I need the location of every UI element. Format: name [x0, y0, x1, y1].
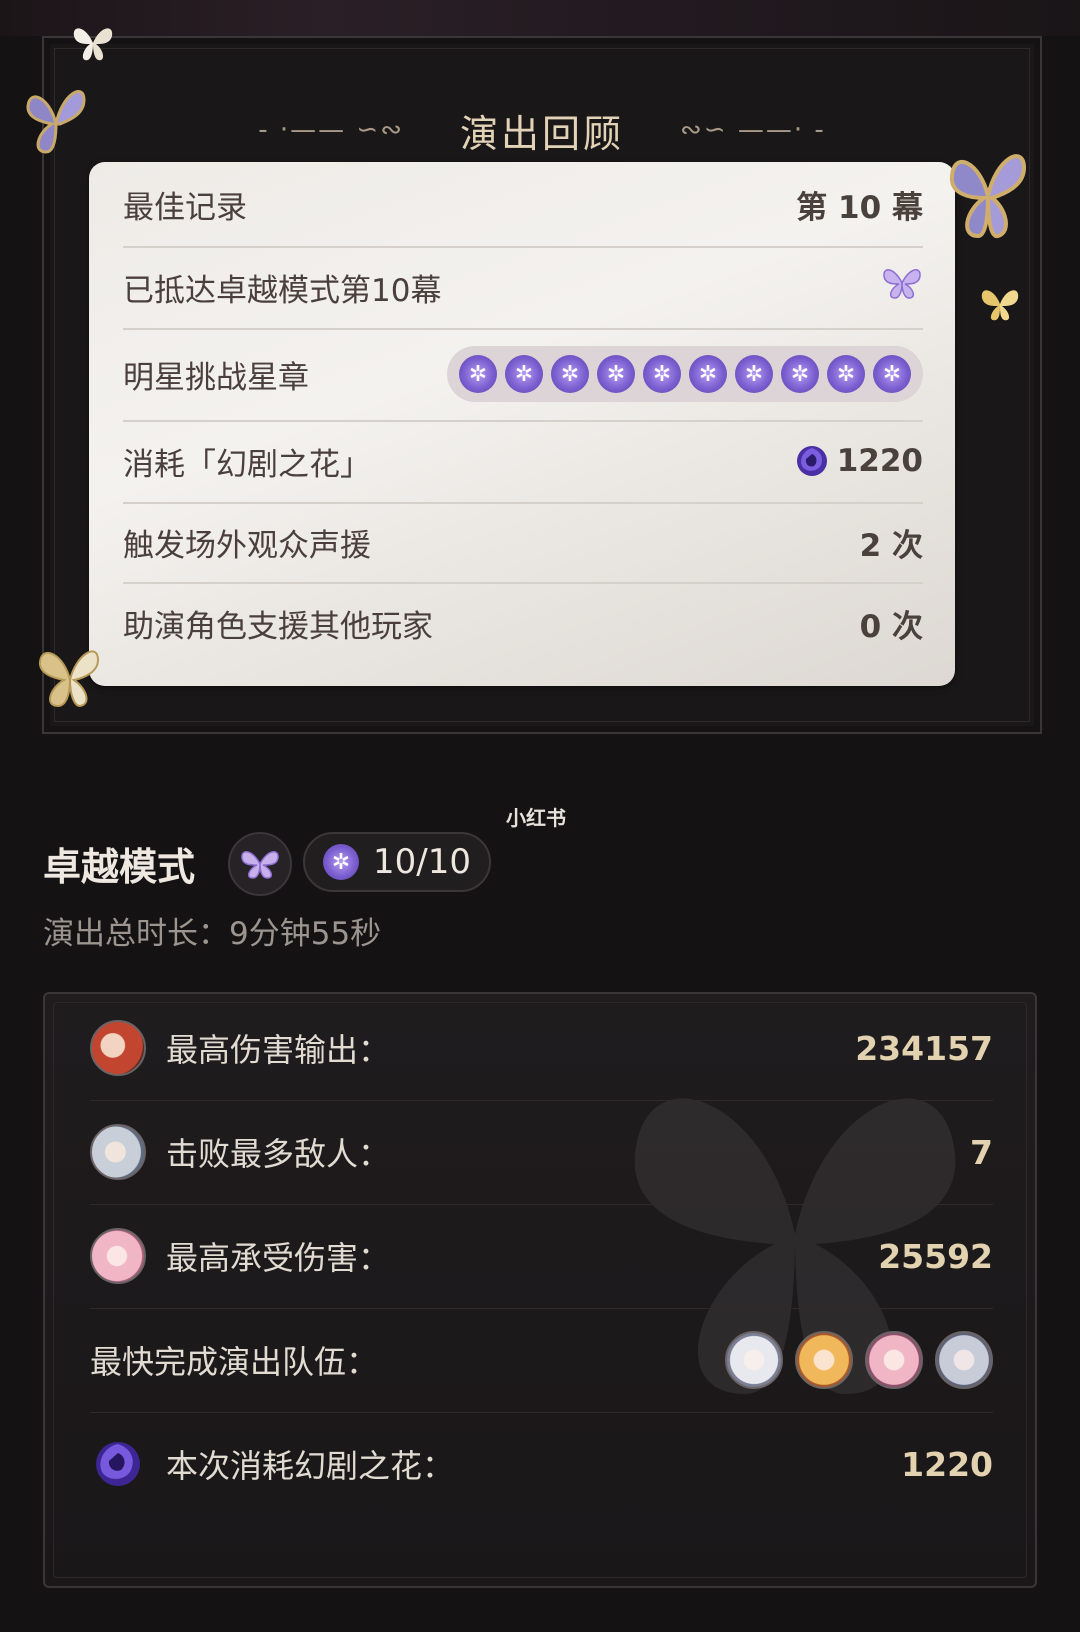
gold-white-butterfly-icon: [39, 650, 100, 708]
blonde-hair-avatar: [795, 1331, 853, 1389]
max-damage-value: 234157: [855, 1028, 993, 1068]
star-medal-icon: ✲: [459, 355, 497, 393]
star-medal-icon: ✲: [323, 844, 359, 880]
stat-row-most-defeated: 击败最多敌人： 7: [90, 1100, 993, 1205]
stats-panel: 最高伤害输出： 234157 击败最多敌人： 7 最高承受伤害： 25592 最…: [43, 992, 1037, 1588]
stat-row-max-damage: 最高伤害输出： 234157: [90, 996, 993, 1101]
stat-label: 最高伤害输出：: [166, 1031, 391, 1069]
review-row-label: 助演角色支援其他玩家: [123, 608, 433, 645]
review-row-support-players: 助演角色支援其他玩家 0 次: [123, 582, 923, 664]
flower-consumed-value: 1220: [901, 1444, 993, 1484]
performance-duration: 演出总时长：9分钟55秒: [43, 916, 382, 952]
flower-icon: [793, 442, 831, 480]
stat-row-fastest-team: 最快完成演出队伍：: [90, 1308, 993, 1413]
stat-label: 最快完成演出队伍：: [90, 1343, 379, 1381]
review-title: 演出回顾: [459, 111, 624, 156]
review-card: 最佳记录 第 10 幕 已抵达卓越模式第10幕 明星挑战星章 ✲ ✲ ✲ ✲ ✲ ✲ ✲ ✲ ✲…: [89, 162, 955, 686]
review-row-label: 消耗「幻剧之花」: [123, 446, 371, 483]
fastest-team-avatars: [725, 1331, 993, 1389]
purple-gold-butterfly-icon: [26, 90, 86, 154]
star-medal-bar: ✲ ✲ ✲ ✲ ✲ ✲ ✲ ✲ ✲ ✲: [447, 346, 923, 402]
best-record-value: 第 10 幕: [796, 189, 923, 226]
title-flourish-right: ∾∽ ——· -: [680, 115, 826, 145]
star-medal-icon: ✲: [735, 355, 773, 393]
stat-label: 击败最多敌人：: [166, 1135, 391, 1173]
mode-title: 卓越模式: [43, 845, 196, 889]
large-purple-gold-butterfly-icon: [949, 154, 1027, 239]
watermark: 小红书: [506, 806, 566, 830]
audience-cheer-value: 2 次: [859, 527, 923, 564]
top-background-strip: [0, 0, 1080, 36]
mode-progress-pill: ✲ 10/10: [303, 832, 491, 892]
star-medal-icon: ✲: [827, 355, 865, 393]
star-medal-icon: ✲: [689, 355, 727, 393]
purple-butterfly-icon: [241, 851, 279, 879]
flower-cost-value: 1220: [836, 443, 923, 479]
gold-butterfly-icon: [981, 290, 1019, 321]
flower-cost-value-wrap: 1220: [793, 442, 923, 480]
star-medal-icon: ✲: [597, 355, 635, 393]
star-medal-icon: ✲: [781, 355, 819, 393]
stat-row-max-damage-taken: 最高承受伤害： 25592: [90, 1204, 993, 1309]
review-row-label: 触发场外观众声援: [123, 527, 371, 564]
pink-hair-character-avatar: [90, 1228, 146, 1284]
most-defeated-value: 7: [970, 1132, 993, 1172]
review-title-row: - ·—— ∽∾ 演出回顾 ∾∽ ——· -: [44, 100, 1040, 160]
mode-progress-text: 10/10: [373, 842, 471, 882]
review-row-reached-mode: 已抵达卓越模式第10幕: [123, 246, 923, 330]
stat-row-flower-consumed: 本次消耗幻剧之花： 1220: [90, 1412, 993, 1516]
stat-label: 最高承受伤害：: [166, 1239, 391, 1277]
white-hair-avatar: [725, 1331, 783, 1389]
support-players-value: 0 次: [859, 608, 923, 645]
review-row-label: 最佳记录: [123, 189, 247, 226]
stat-label: 本次消耗幻剧之花：: [166, 1447, 455, 1485]
review-row-audience-cheer: 触发场外观众声援 2 次: [123, 502, 923, 584]
silver-hair-character-avatar: [90, 1124, 146, 1180]
review-panel: - ·—— ∽∾ 演出回顾 ∾∽ ——· - 最佳记录 第 10 幕 已抵达卓越…: [42, 36, 1042, 734]
review-row-label: 明星挑战星章: [123, 359, 309, 396]
flower-icon: [90, 1436, 146, 1492]
review-row-label: 已抵达卓越模式第10幕: [123, 272, 442, 309]
title-flourish-left: - ·—— ∽∾: [258, 115, 404, 145]
review-row-best-record: 最佳记录 第 10 幕: [123, 162, 923, 248]
pink-hair-avatar: [865, 1331, 923, 1389]
star-medal-icon: ✲: [551, 355, 589, 393]
purple-butterfly-icon: [881, 264, 923, 310]
star-medal-icon: ✲: [873, 355, 911, 393]
mode-butterfly-badge: [228, 832, 292, 896]
silver-hair-avatar: [935, 1331, 993, 1389]
red-hair-character-avatar: [90, 1020, 146, 1076]
white-butterfly-icon: [73, 28, 113, 61]
review-row-flower-cost: 消耗「幻剧之花」 1220: [123, 420, 923, 504]
max-damage-taken-value: 25592: [878, 1236, 993, 1276]
review-row-star-medals: 明星挑战星章 ✲ ✲ ✲ ✲ ✲ ✲ ✲ ✲ ✲ ✲: [123, 328, 923, 422]
star-medal-icon: ✲: [505, 355, 543, 393]
star-medal-icon: ✲: [643, 355, 681, 393]
